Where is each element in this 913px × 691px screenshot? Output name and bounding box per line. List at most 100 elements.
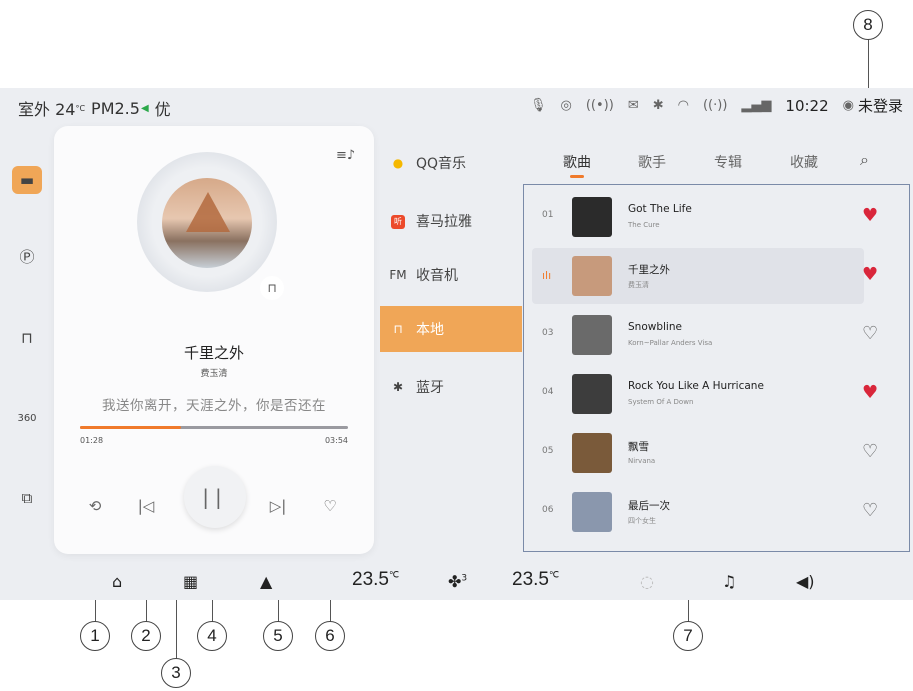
bluetooth-status-icon[interactable]: ✱ bbox=[653, 98, 664, 113]
repeat-icon[interactable]: ⟲ bbox=[83, 494, 107, 518]
mic-icon[interactable]: 🎙 bbox=[530, 98, 547, 113]
search-icon[interactable]: ⌕ bbox=[860, 150, 869, 170]
tab-artists[interactable]: 歌手 bbox=[638, 152, 666, 172]
song-title: 千里之外 bbox=[183, 344, 244, 362]
previous-icon[interactable]: |◁ bbox=[134, 494, 158, 518]
tab-active-indicator bbox=[570, 175, 584, 178]
cellular-icon[interactable]: ▂▄▆ bbox=[741, 98, 771, 113]
left-temperature[interactable]: 23.5℃ bbox=[352, 569, 399, 591]
hotspot-icon[interactable]: ((•)) bbox=[586, 98, 614, 113]
callout-2: 2 bbox=[131, 621, 161, 651]
song-row[interactable]: 06 最后一次四个女生 ♡ bbox=[532, 484, 878, 540]
local-music-icon: ⊓ bbox=[393, 322, 403, 336]
source-label: QQ音乐 bbox=[416, 156, 467, 172]
song-row[interactable]: 03 Snowbline Korn~Pallar Anders Visa ♡ bbox=[532, 307, 878, 363]
source-qq-music[interactable]: ● QQ音乐 bbox=[380, 140, 522, 186]
elapsed-time: 01:28 bbox=[80, 436, 104, 445]
song-row[interactable]: 01 Got The Life The Cure ♥ bbox=[532, 189, 878, 245]
status-left: 室外 24 °C PM2.5 ◀ 优 bbox=[18, 96, 171, 120]
rail-parking-icon[interactable]: Ⓟ bbox=[12, 242, 42, 270]
qq-music-icon: ● bbox=[392, 156, 404, 170]
song-artist: 费玉清 bbox=[200, 369, 228, 379]
location-icon[interactable]: ◎ bbox=[561, 98, 572, 113]
local-source-badge-icon: ⊓ bbox=[260, 276, 284, 300]
song-list[interactable]: 01 Got The Life The Cure ♥ ılı 千里之外 费玉清 ♥ 03 Snow… bbox=[523, 184, 910, 552]
source-radio[interactable]: FM 收音机 bbox=[380, 252, 522, 298]
source-local[interactable]: ⊓ 本地 bbox=[380, 306, 522, 352]
home-icon[interactable]: ⌂ bbox=[112, 572, 122, 591]
favorite-heart-icon[interactable]: ♥ bbox=[862, 264, 878, 285]
song-number: 05 bbox=[542, 446, 554, 456]
song-number: 04 bbox=[542, 387, 554, 397]
right-temperature[interactable]: 23.5℃ bbox=[512, 569, 559, 591]
favorite-heart-icon[interactable]: ♡ bbox=[862, 441, 878, 462]
left-temp-value: 23.5 bbox=[352, 569, 389, 590]
callout-7: 7 bbox=[673, 621, 703, 651]
song-number: 01 bbox=[542, 210, 554, 220]
volume-icon[interactable]: ◀) bbox=[796, 572, 815, 591]
favorite-heart-icon[interactable]: ♥ bbox=[862, 205, 878, 226]
source-himalaya[interactable]: 听 喜马拉雅 bbox=[380, 198, 522, 244]
song-title: 飘雪 bbox=[628, 441, 649, 453]
song-number: 03 bbox=[542, 328, 554, 338]
song-row[interactable]: 04 Rock You Like A Hurricane System Of A D… bbox=[532, 366, 878, 422]
favorite-heart-icon[interactable]: ♥ bbox=[862, 382, 878, 403]
status-right: 🎙 ◎ ((•)) ✉ ✱ ◠ ((·)) ▂▄▆ 10:22 ◉ 未登录 bbox=[530, 95, 903, 116]
user-icon[interactable]: ◉ bbox=[843, 98, 854, 113]
pm-label: PM2.5 bbox=[91, 98, 140, 118]
seat-heat-icon[interactable]: ◌ bbox=[640, 572, 654, 591]
favorite-icon[interactable]: ♡ bbox=[318, 494, 342, 518]
player-card: ≡♪ ⊓ 千里之外 费玉清 我送你离开，天涯之外，你是否还在 01:28 03:… bbox=[54, 126, 374, 554]
favorite-heart-icon[interactable]: ♡ bbox=[862, 323, 878, 344]
air-quality: 优 bbox=[154, 100, 171, 119]
favorite-heart-icon[interactable]: ♡ bbox=[862, 500, 878, 521]
right-temp-value: 23.5 bbox=[512, 569, 549, 590]
album-cover bbox=[162, 178, 252, 268]
song-row[interactable]: ılı 千里之外 费玉清 ♥ bbox=[532, 248, 878, 304]
source-label: 蓝牙 bbox=[416, 380, 444, 396]
music-icon[interactable]: ♫ bbox=[722, 572, 736, 591]
song-cover bbox=[572, 197, 612, 237]
source-bluetooth[interactable]: ✱ 蓝牙 bbox=[380, 364, 522, 410]
song-artist: 费玉清 bbox=[628, 281, 649, 289]
song-title: 最后一次 bbox=[628, 500, 670, 512]
progress-bar[interactable] bbox=[80, 426, 348, 429]
navigation-icon[interactable]: ▲ bbox=[260, 572, 272, 591]
fan-icon[interactable]: ✤3 bbox=[448, 572, 467, 591]
callout-1: 1 bbox=[80, 621, 110, 651]
song-artist: 四个女生 bbox=[628, 517, 656, 525]
song-artist: Nirvana bbox=[628, 457, 656, 465]
song-title: Snowbline bbox=[628, 321, 682, 333]
tab-songs[interactable]: 歌曲 bbox=[563, 152, 591, 172]
signal-wave-icon[interactable]: ((·)) bbox=[703, 98, 727, 113]
callout-8: 8 bbox=[853, 10, 883, 40]
now-playing-icon: ılı bbox=[542, 269, 552, 282]
clock: 10:22 bbox=[785, 96, 829, 115]
rail-seat-icon[interactable]: ⊓ bbox=[12, 324, 42, 352]
right-temp-unit: ℃ bbox=[548, 569, 560, 580]
pause-button[interactable]: || bbox=[184, 466, 246, 528]
callout-3: 3 bbox=[161, 658, 191, 688]
tab-albums[interactable]: 专辑 bbox=[714, 152, 742, 172]
callout-6: 6 bbox=[315, 621, 345, 651]
rail-360-camera-icon[interactable]: 360 bbox=[12, 404, 42, 432]
login-status[interactable]: 未登录 bbox=[858, 95, 903, 116]
rail-media-icon[interactable]: ▬ bbox=[12, 166, 42, 194]
song-row[interactable]: 05 飘雪 Nirvana ♡ bbox=[532, 425, 878, 481]
outdoor-temp: 室外 24 bbox=[18, 100, 76, 119]
wifi-icon[interactable]: ◠ bbox=[678, 98, 689, 113]
playlist-icon[interactable]: ≡♪ bbox=[336, 148, 355, 163]
song-cover bbox=[572, 315, 612, 355]
temp-unit: °C bbox=[75, 103, 86, 113]
total-time: 03:54 bbox=[324, 436, 348, 445]
tab-favorites[interactable]: 收藏 bbox=[790, 152, 818, 172]
song-number: 06 bbox=[542, 505, 554, 515]
message-icon[interactable]: ✉ bbox=[628, 98, 639, 113]
song-cover bbox=[572, 256, 612, 296]
next-icon[interactable]: ▷| bbox=[266, 494, 290, 518]
fm-icon: FM bbox=[389, 268, 407, 282]
rail-split-screen-icon[interactable]: ⧉ bbox=[12, 484, 42, 512]
song-artist: Korn~Pallar Anders Visa bbox=[628, 339, 713, 347]
apps-icon[interactable]: ▦ bbox=[183, 572, 198, 591]
source-label: 喜马拉雅 bbox=[416, 214, 472, 230]
